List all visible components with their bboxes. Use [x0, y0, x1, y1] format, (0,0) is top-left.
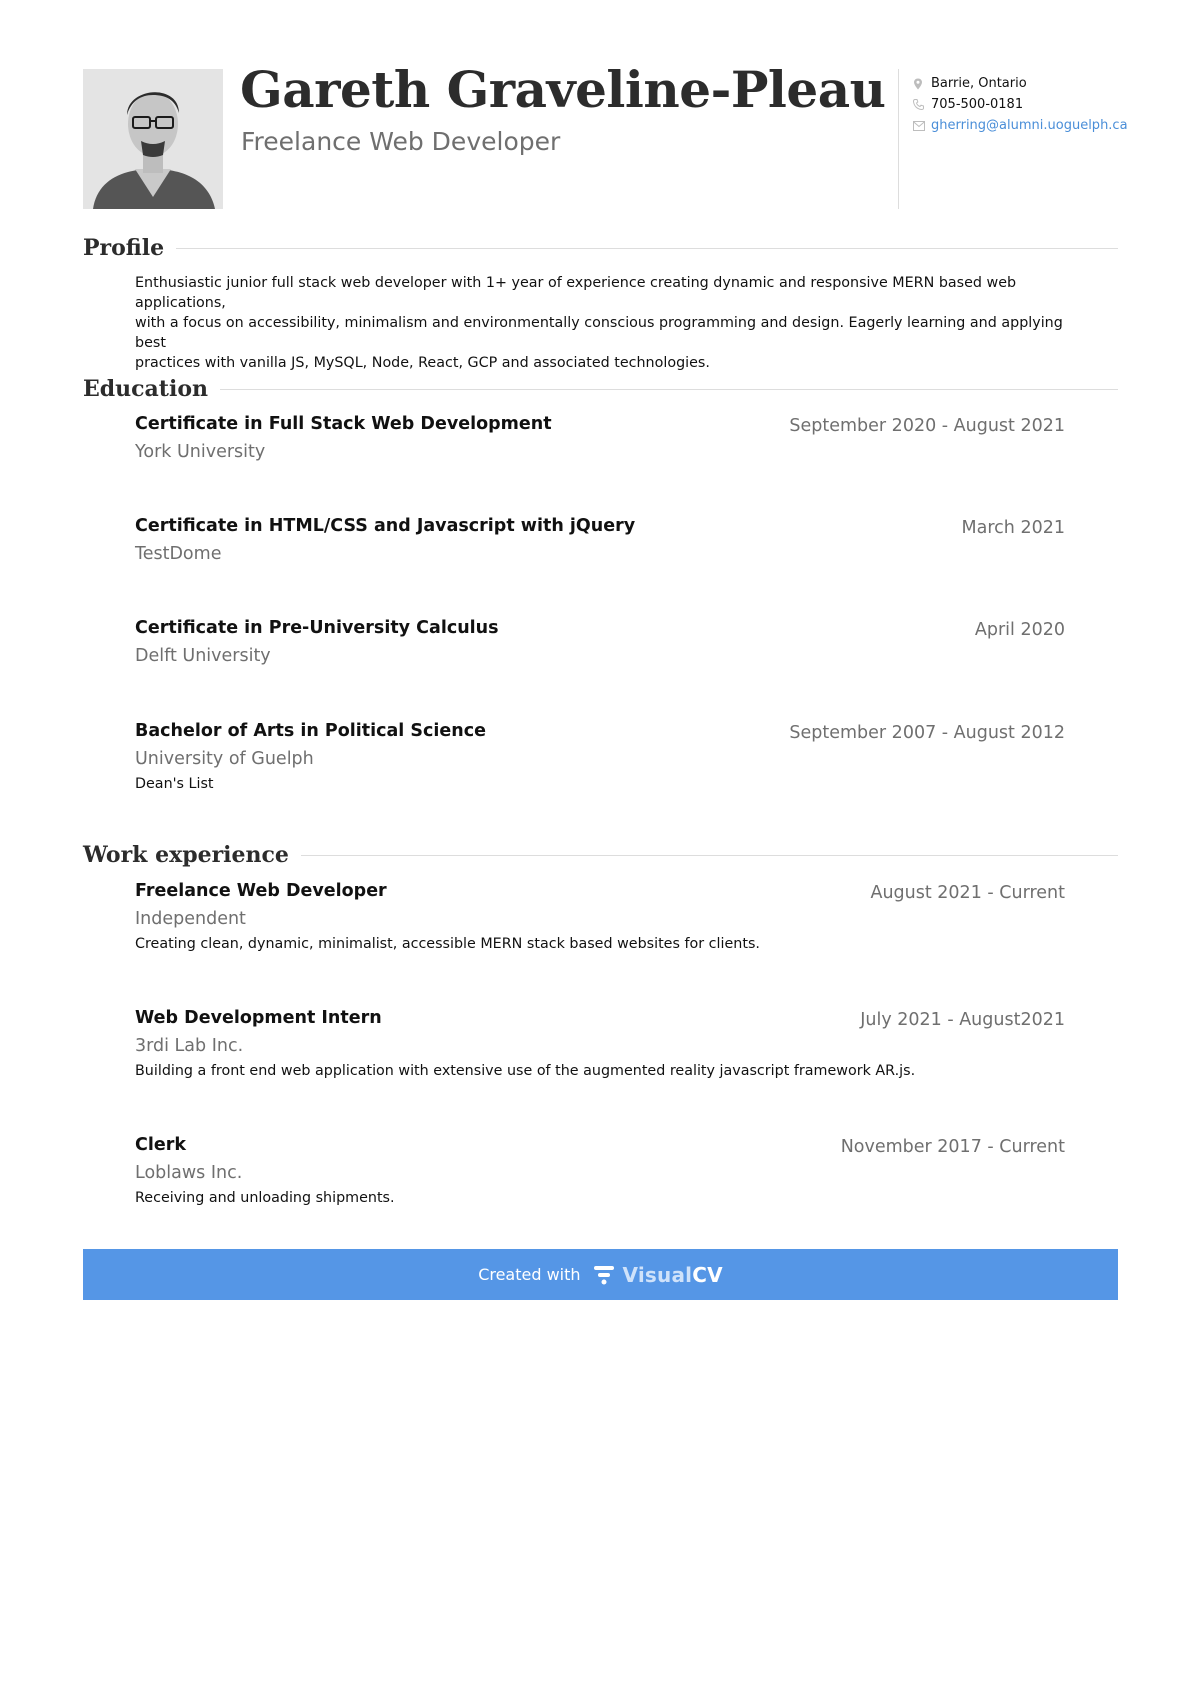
entry-organization: Loblaws Inc. [135, 1163, 243, 1183]
entry-description: Dean's List [135, 776, 214, 792]
contact-location: Barrie, Ontario [913, 73, 1173, 94]
entry-date: April 2020 [974, 620, 1065, 640]
section-education: Education [83, 376, 1118, 402]
section-rule [220, 388, 1118, 390]
section-work-experience: Work experience [83, 842, 1118, 868]
education-entry: Bachelor of Arts in Political Science Se… [135, 721, 1065, 792]
work-entry: Freelance Web Developer August 2021 - Cu… [135, 881, 1065, 952]
entry-date: July 2021 - August2021 [860, 1010, 1065, 1030]
section-title-profile: Profile [83, 235, 165, 261]
entry-date: August 2021 - Current [870, 883, 1065, 903]
section-rule [176, 247, 1118, 249]
logo-text-light: Visual [622, 1262, 693, 1287]
profile-summary: Enthusiastic junior full stack web devel… [135, 273, 1075, 373]
entry-date: March 2021 [961, 518, 1065, 538]
profile-line: with a focus on accessibility, minimalis… [135, 315, 1063, 351]
education-entry: Certificate in Pre-University Calculus A… [135, 618, 1065, 666]
entry-date: September 2007 - August 2012 [789, 723, 1065, 743]
entry-title: Certificate in HTML/CSS and Javascript w… [135, 516, 636, 536]
entry-description: Building a front end web application wit… [135, 1063, 916, 1079]
visualcv-logo[interactable]: VisualCV [593, 1263, 723, 1287]
header-divider [898, 69, 899, 209]
entry-organization: 3rdi Lab Inc. [135, 1036, 244, 1056]
section-profile: Profile [83, 235, 1118, 261]
candidate-title: Freelance Web Developer [241, 127, 561, 156]
contact-phone: 705-500-0181 [913, 94, 1173, 115]
contact-info: Barrie, Ontario 705-500-0181 gherring@al… [913, 73, 1173, 136]
visualcv-banner[interactable]: Created with VisualCV [83, 1249, 1118, 1300]
education-entry: Certificate in HTML/CSS and Javascript w… [135, 516, 1065, 564]
location-text: Barrie, Ontario [931, 76, 1027, 91]
section-title-education: Education [83, 376, 208, 402]
entry-date: November 2017 - Current [840, 1137, 1065, 1157]
phone-text: 705-500-0181 [931, 97, 1024, 112]
email-link[interactable]: gherring@alumni.uoguelph.ca [931, 118, 1128, 133]
visualcv-logo-icon [593, 1264, 615, 1286]
entry-organization: York University [135, 442, 266, 462]
section-title-work: Work experience [83, 842, 289, 868]
entry-title: Certificate in Pre-University Calculus [135, 618, 499, 638]
candidate-name: Gareth Graveline-Pleau [240, 60, 886, 119]
visualcv-logo-text: VisualCV [623, 1263, 723, 1287]
location-pin-icon [913, 77, 931, 90]
entry-organization: TestDome [135, 544, 222, 564]
education-entry: Certificate in Full Stack Web Developmen… [135, 414, 1065, 462]
entry-date: September 2020 - August 2021 [789, 416, 1065, 436]
work-entry: Web Development Intern July 2021 - Augus… [135, 1008, 1065, 1079]
entry-organization: University of Guelph [135, 749, 314, 769]
entry-description: Receiving and unloading shipments. [135, 1190, 395, 1206]
phone-icon [913, 98, 931, 111]
work-entry: Clerk November 2017 - Current Loblaws In… [135, 1135, 1065, 1206]
contact-email[interactable]: gherring@alumni.uoguelph.ca [913, 115, 1173, 136]
entry-organization: Delft University [135, 646, 271, 666]
section-rule [300, 854, 1118, 856]
logo-text-bold: CV [692, 1262, 723, 1287]
profile-line: practices with vanilla JS, MySQL, Node, … [135, 355, 710, 371]
envelope-icon [913, 119, 931, 132]
resume-page: Gareth Graveline-Pleau Freelance Web Dev… [0, 0, 1190, 1684]
profile-line: Enthusiastic junior full stack web devel… [135, 275, 1017, 311]
entry-organization: Independent [135, 909, 246, 929]
entry-description: Creating clean, dynamic, minimalist, acc… [135, 936, 760, 952]
profile-photo [83, 69, 223, 209]
created-with-text: Created with [478, 1265, 581, 1284]
